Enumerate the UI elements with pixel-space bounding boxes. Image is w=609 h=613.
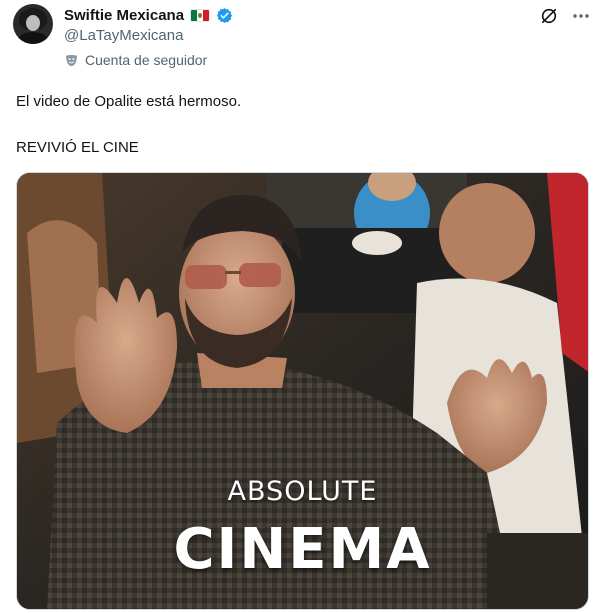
- author-handle[interactable]: @LaTayMexicana: [64, 27, 183, 44]
- media-caption-bottom: CINEMA: [173, 517, 432, 582]
- top-actions: [539, 6, 591, 26]
- follower-label-row: Cuenta de seguidor: [64, 52, 207, 68]
- author-name-row: Swiftie Mexicana: [64, 7, 233, 24]
- follower-label: Cuenta de seguidor: [85, 52, 208, 68]
- avatar[interactable]: [13, 4, 53, 44]
- author-display-name[interactable]: Swiftie Mexicana: [64, 7, 184, 24]
- mexico-flag-icon: [190, 9, 211, 22]
- media-caption-top: ABSOLUTE: [227, 476, 378, 507]
- tweet-text-line-2: REVIVIÓ EL CINE: [16, 139, 139, 156]
- tweet-card: Swiftie Mexicana @LaTayMexicana Cuenta d…: [0, 0, 609, 613]
- grok-icon[interactable]: [539, 6, 559, 26]
- verified-badge-icon[interactable]: [216, 7, 233, 24]
- tweet-text-line-1: El video de Opalite está hermoso.: [16, 93, 242, 110]
- more-icon[interactable]: [571, 6, 591, 26]
- theater-masks-icon: [65, 54, 78, 66]
- tweet-media-image[interactable]: ABSOLUTE CINEMA: [16, 172, 589, 610]
